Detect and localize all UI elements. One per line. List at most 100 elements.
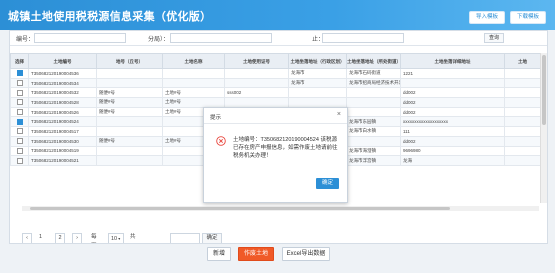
cell-land-number: T350682120190004517 [28,126,97,137]
cell-district: 龙海市 [288,77,347,89]
cell-address: dd002 [400,106,505,118]
row-checkbox[interactable] [16,157,23,164]
cell-street: 龙海市海澄镇 [346,145,401,157]
row-select-cell [10,116,29,128]
cell-district [288,97,347,108]
horizontal-scroll-thumb[interactable] [30,207,450,210]
cell-address: 龙海 [400,155,505,166]
filter-input-number[interactable] [34,33,126,43]
row-select-cell [10,77,29,89]
cell-address: dd002 [400,135,505,147]
cell-street [346,135,401,147]
per-page-select[interactable]: 10 ▾ [108,233,124,243]
alert-dialog: 提示 × 土地编号：T350682120190004524 该税源已存在房产申报… [203,107,348,203]
cell-land-number: T350682120190004526 [28,106,97,118]
col-header-certificate: 土地使用证号 [224,53,289,69]
cell-address: 9696980 [400,145,505,157]
table-row[interactable]: T350682120190004528 随便#号 土地#号 dd002 [10,97,540,108]
vertical-scroll-thumb[interactable] [542,55,546,125]
row-checkbox[interactable] [16,80,23,87]
page-next-number[interactable]: 2 [55,233,65,243]
filter-bar: 编号： 分局）： 止： 查询 [10,31,547,46]
col-header-more: 土地 [504,53,540,69]
horizontal-scrollbar[interactable] [22,206,539,211]
cell-lot-number [96,155,163,166]
error-icon [216,136,226,146]
row-select-cell [10,106,29,118]
cell-address: dd002 [400,97,505,108]
row-select-cell [10,126,29,137]
next-page-button[interactable]: › [72,233,82,243]
cell-land-number: T350682120190004534 [28,77,97,89]
cell-address: 1221 [400,68,505,79]
dialog-ok-button[interactable]: 确定 [316,178,339,189]
cell-address: xxxxxxxxxxxxxxxxxxxx [400,116,505,128]
dialog-title: 提示 [210,115,222,121]
filter-input-branch[interactable] [170,33,272,43]
cell-more [504,155,540,166]
download-template-button[interactable]: 下载模板 [510,11,547,24]
cell-land-name [162,68,225,79]
col-header-select: 选择 [10,53,29,69]
row-checkbox[interactable] [16,99,23,106]
row-checkbox[interactable] [16,118,23,125]
cell-street: 龙海市浮宫镇 [346,155,401,166]
import-template-button[interactable]: 导入模板 [469,11,506,24]
cell-more [504,135,540,147]
row-checkbox[interactable] [16,109,23,116]
vertical-scrollbar[interactable] [540,53,547,203]
cell-lot-number [96,116,163,128]
cell-more [504,87,540,99]
cell-more [504,97,540,108]
table-row[interactable]: T350682120190004536 龙海市 龙海市石码街道 1221 [10,68,540,79]
cell-certificate: sss002 [224,87,289,99]
cell-address: dd002 [400,87,505,99]
cell-more [504,145,540,157]
cell-certificate [224,68,289,79]
row-checkbox[interactable] [16,138,23,145]
cell-land-number: T350682120190004530 [28,135,97,147]
new-button[interactable]: 新增 [207,247,231,261]
cell-land-name: 土地#号 [162,87,225,99]
total-count: 共18条 跳转至 [130,234,136,240]
col-header-address: 土地坐落详细地址 [400,53,505,69]
cell-street [346,106,401,118]
cell-lot-number: 随便#号 [96,106,163,118]
row-checkbox[interactable] [16,128,23,135]
excel-export-button[interactable]: Excel导出数据 [282,247,330,261]
row-checkbox[interactable] [16,147,23,154]
void-land-button[interactable]: 作废土地 [238,247,274,261]
filter-label-number: 编号： [16,37,35,43]
query-button[interactable]: 查询 [484,33,504,43]
cell-street: 龙海市招商局经济技术开发区 [346,77,401,89]
prev-page-button[interactable]: ‹ [22,233,32,243]
row-select-cell [10,97,29,108]
cell-land-number: T350682120190004524 [28,116,97,128]
page-current[interactable]: 1 [39,233,42,242]
jump-page-input[interactable] [170,233,200,243]
cell-lot-number [96,68,163,79]
page-title: 城镇土地使用税税源信息采集（优化版） [8,11,212,23]
cell-land-number: T350682120190004532 [28,87,97,99]
table-row[interactable]: T350682120190004532 随便#号 土地#号 sss002 dd002 [10,87,540,99]
cell-land-number: T350682120190004528 [28,97,97,108]
cell-more [504,68,540,79]
jump-go-button[interactable]: 确定 [202,233,222,243]
row-select-cell [10,135,29,147]
cell-more [504,106,540,118]
cell-address: 111 [400,126,505,137]
filter-input-end[interactable] [322,33,404,43]
cell-lot-number [96,145,163,157]
cell-certificate [224,77,289,89]
chevron-down-icon: ▾ [117,236,121,241]
row-checkbox[interactable] [16,89,23,96]
cell-street [346,97,401,108]
cell-lot-number: 随便#号 [96,87,163,99]
close-icon[interactable]: × [337,111,341,118]
table-row[interactable]: T350682120190004534 龙海市龙海市招商局经济技术开发区 [10,77,540,89]
col-header-land-name: 土地名称 [162,53,225,69]
col-header-street: 土地坐落地址（所处街道） [346,53,401,69]
row-select-cell [10,145,29,157]
col-header-lot-number: 地号（丘号） [96,53,163,69]
row-checkbox[interactable] [16,70,23,77]
